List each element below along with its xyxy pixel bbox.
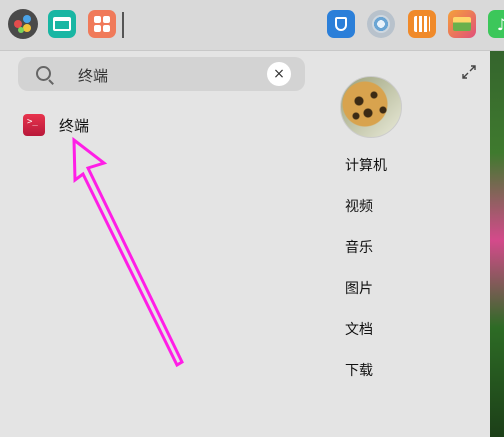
launcher-icon[interactable] — [8, 9, 38, 39]
image-viewer-icon[interactable] — [448, 10, 476, 38]
dock-divider — [122, 12, 124, 38]
launcher-panel: 终端 × >_ 终端 计算机 视频 音乐 图片 文档 下载 — [0, 51, 490, 437]
search-result-item[interactable]: >_ 终端 — [18, 109, 318, 141]
clear-search-button[interactable]: × — [267, 62, 291, 86]
app-a-icon[interactable] — [327, 10, 355, 38]
place-computer[interactable]: 计算机 — [345, 156, 387, 197]
user-avatar[interactable] — [340, 76, 402, 138]
search-box[interactable]: 终端 × — [18, 57, 305, 91]
place-pictures[interactable]: 图片 — [345, 279, 387, 320]
search-icon — [36, 66, 51, 81]
app-store-icon[interactable] — [88, 10, 116, 38]
expand-icon[interactable] — [462, 65, 476, 79]
places-list: 计算机 视频 音乐 图片 文档 下载 — [345, 156, 387, 402]
place-downloads[interactable]: 下载 — [345, 361, 387, 402]
place-videos[interactable]: 视频 — [345, 197, 387, 238]
browser-icon[interactable] — [367, 10, 395, 38]
top-dock — [0, 0, 504, 51]
file-manager-icon[interactable] — [48, 10, 76, 38]
place-documents[interactable]: 文档 — [345, 320, 387, 361]
search-result-label: 终端 — [59, 116, 90, 135]
terminal-icon: >_ — [23, 114, 45, 136]
app-c-icon[interactable] — [408, 10, 436, 38]
music-icon[interactable] — [488, 10, 504, 38]
search-input[interactable]: 终端 — [78, 65, 108, 86]
place-music[interactable]: 音乐 — [345, 238, 387, 279]
desktop-wallpaper — [490, 0, 504, 437]
